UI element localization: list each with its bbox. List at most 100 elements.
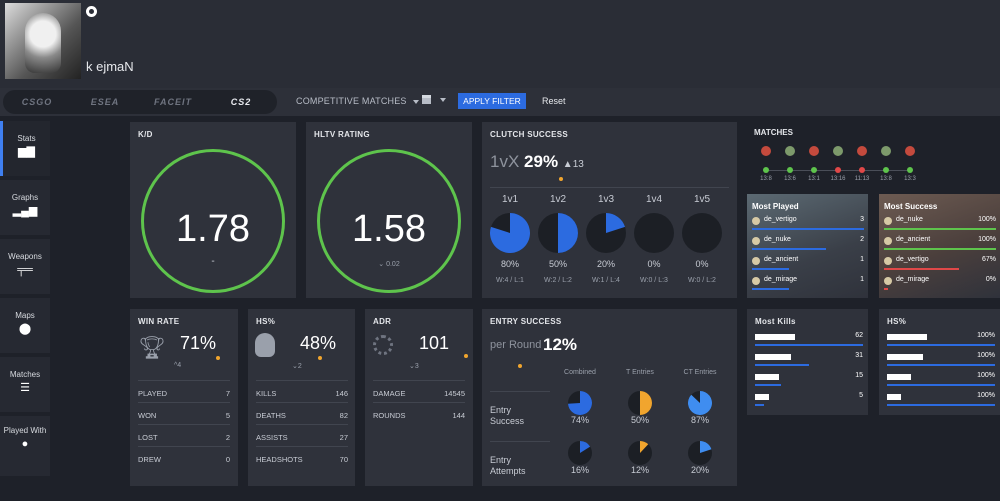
hltv-delta-row: ⌄ 0.02 bbox=[306, 260, 472, 268]
stat-label: DAMAGE bbox=[373, 389, 406, 398]
map-row[interactable]: de_vertigo 67% bbox=[884, 254, 996, 272]
caret-up-icon: ▲ bbox=[562, 159, 573, 170]
chevron-down-icon bbox=[412, 99, 419, 104]
platform-cs2[interactable]: CS2 bbox=[207, 97, 275, 107]
entry-pie bbox=[568, 433, 592, 465]
map-name: de_nuke bbox=[896, 216, 923, 223]
pie-chart bbox=[628, 391, 652, 415]
map-icon bbox=[752, 217, 760, 225]
stat-row-played: PLAYED 7 bbox=[138, 389, 230, 398]
weapon-row[interactable]: 15 bbox=[755, 371, 863, 391]
stat-row-rounds: ROUNDS 144 bbox=[373, 411, 465, 420]
platform-csgo[interactable]: CSGO bbox=[3, 97, 71, 107]
map-row[interactable]: de_mirage 1 bbox=[752, 274, 864, 292]
weapon-icon bbox=[755, 354, 791, 360]
clutch-column-1v4: 1v4 0% W:0 / L:3 bbox=[634, 194, 674, 284]
weapon-row[interactable]: 100% bbox=[887, 331, 995, 351]
weapon-row[interactable]: 100% bbox=[887, 351, 995, 371]
win-marker bbox=[787, 167, 793, 173]
map-name: de_nuke bbox=[764, 236, 791, 243]
stat-label: HEADSHOTS bbox=[256, 455, 303, 464]
loss-marker bbox=[835, 167, 841, 173]
map-icon bbox=[761, 146, 771, 156]
sidebar-item-stats[interactable]: Stats ▆▇ bbox=[0, 121, 50, 176]
win-rate-delta: 4 bbox=[177, 362, 182, 369]
entry-column-header: CT Entries bbox=[683, 369, 717, 376]
weapon-row[interactable]: 62 bbox=[755, 331, 863, 351]
clutch-column-pct: 20% bbox=[596, 259, 615, 269]
match-item[interactable]: 13:6 bbox=[780, 146, 800, 182]
match-item[interactable]: 11:13 bbox=[852, 146, 872, 182]
match-score: 13:1 bbox=[808, 176, 820, 182]
stat-value: 82 bbox=[339, 411, 348, 420]
weapon-bar bbox=[755, 344, 863, 346]
avatar[interactable] bbox=[5, 3, 81, 79]
match-item[interactable]: 13:8 bbox=[876, 146, 896, 182]
divider bbox=[256, 402, 348, 403]
adr-delta: 3 bbox=[414, 363, 419, 370]
steam-icon[interactable] bbox=[86, 6, 97, 17]
platform-faceit[interactable]: FACEIT bbox=[139, 97, 207, 107]
map-name: de_vertigo bbox=[764, 216, 797, 223]
hs-delta-row: ⌄2 bbox=[292, 362, 302, 370]
sidebar-item-label: Matches bbox=[9, 370, 41, 379]
calendar-icon[interactable] bbox=[422, 95, 431, 104]
map-value: 3 bbox=[860, 216, 864, 223]
clutch-column-1v2: 1v2 50% W:2 / L:2 bbox=[538, 194, 578, 284]
divider bbox=[490, 441, 550, 442]
win-marker bbox=[883, 167, 889, 173]
platform-esea[interactable]: ESEA bbox=[71, 97, 139, 107]
entry-pie bbox=[688, 433, 712, 465]
map-row[interactable]: de_ancient 1 bbox=[752, 254, 864, 272]
weapon-icon bbox=[887, 374, 911, 380]
stat-value: 146 bbox=[335, 389, 348, 398]
map-row[interactable]: de_mirage 0% bbox=[884, 274, 996, 292]
weapon-row[interactable]: 5 bbox=[755, 391, 863, 411]
clutch-delta: 13 bbox=[572, 159, 584, 170]
map-row[interactable]: de_nuke 100% bbox=[884, 214, 996, 232]
map-icon bbox=[905, 146, 915, 156]
match-item[interactable]: 13:8 bbox=[756, 146, 776, 182]
clutch-column-header: 1v1 bbox=[501, 194, 519, 205]
match-item[interactable]: 13:3 bbox=[900, 146, 920, 182]
map-row[interactable]: de_vertigo 3 bbox=[752, 214, 864, 232]
entry-pct: 50% bbox=[630, 415, 649, 425]
stat-row-headshots: HEADSHOTS 70 bbox=[256, 455, 348, 464]
weapon-row[interactable]: 100% bbox=[887, 371, 995, 391]
pie-chart bbox=[634, 213, 674, 253]
clutch-label: 1vX bbox=[490, 152, 520, 171]
weapon-bar bbox=[887, 404, 995, 406]
sidebar-item-maps[interactable]: Maps ⬤ bbox=[0, 298, 50, 353]
reset-button[interactable]: Reset bbox=[542, 96, 566, 106]
clutch-column-header: 1v2 bbox=[549, 194, 567, 205]
sidebar-item-matches[interactable]: Matches ☰ bbox=[0, 357, 50, 412]
sidebar-item-graphs[interactable]: Graphs ▂▄▆ bbox=[0, 180, 50, 235]
weapon-row[interactable]: 100% bbox=[887, 391, 995, 411]
trend-dot bbox=[216, 356, 220, 360]
entry-pct: 16% bbox=[570, 465, 589, 475]
sidebar-item-played-with[interactable]: Played With ● bbox=[0, 416, 50, 476]
apply-filter-button[interactable]: APPLY FILTER bbox=[458, 93, 526, 109]
map-row[interactable]: de_nuke 2 bbox=[752, 234, 864, 252]
adr-title: ADR bbox=[373, 317, 392, 326]
match-item[interactable]: 13:16 bbox=[828, 146, 848, 182]
clutch-column-1v5: 1v5 0% W:0 / L:2 bbox=[682, 194, 722, 284]
clutch-card: CLUTCH SUCCESS 1vX 29% ▲13 1v1 80% W:4 / L… bbox=[482, 122, 737, 298]
map-row[interactable]: de_ancient 100% bbox=[884, 234, 996, 252]
chevron-down-icon[interactable] bbox=[440, 98, 446, 102]
weapon-icon bbox=[887, 354, 923, 360]
weapon-value: 100% bbox=[977, 372, 995, 379]
match-mode-select[interactable]: COMPETITIVE MATCHES bbox=[296, 96, 419, 106]
weapon-value: 62 bbox=[855, 332, 863, 339]
weapon-row[interactable]: 31 bbox=[755, 351, 863, 371]
match-item[interactable]: 13:1 bbox=[804, 146, 824, 182]
sidebar-item-label: Maps bbox=[15, 311, 35, 320]
win-rate-card: WIN RATE 🏆︎ 71% ^4 PLAYED 7 WON 5 LOST 2 DREW 0 bbox=[130, 309, 238, 486]
most-played-panel: Most Played de_vertigo 3 de_nuke 2 de_ancien… bbox=[747, 194, 868, 298]
clutch-column-record: W:0 / L:2 bbox=[688, 277, 716, 284]
pie-slice bbox=[558, 213, 578, 253]
entry-pie bbox=[628, 433, 652, 465]
sidebar-item-weapons[interactable]: Weapons ╤═ bbox=[0, 239, 50, 294]
map-icon bbox=[752, 277, 760, 285]
divider bbox=[256, 380, 348, 381]
